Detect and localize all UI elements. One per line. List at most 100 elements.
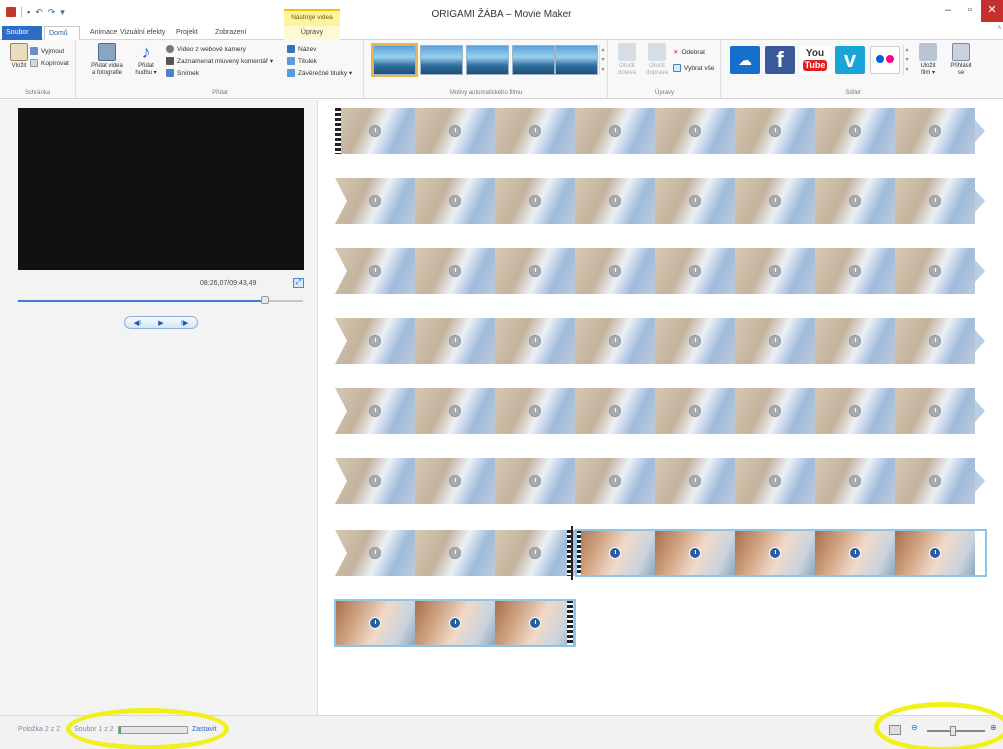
zoom-slider[interactable] bbox=[927, 726, 985, 736]
clip-thumbnail[interactable] bbox=[815, 458, 895, 504]
clip-thumbnail[interactable] bbox=[575, 248, 655, 294]
theme-thumbnail-4[interactable] bbox=[512, 45, 555, 75]
clip-thumbnail[interactable] bbox=[815, 178, 895, 224]
caption-button[interactable]: Titulek bbox=[287, 57, 317, 65]
clip-thumbnail[interactable] bbox=[735, 530, 815, 576]
flickr-icon[interactable] bbox=[870, 46, 900, 74]
clip-thumbnail[interactable] bbox=[575, 530, 655, 576]
tab-project[interactable]: Projekt bbox=[172, 26, 202, 40]
clip-thumbnail[interactable] bbox=[415, 248, 495, 294]
remove-button[interactable]: ✕ Odebrat bbox=[673, 48, 705, 57]
theme-thumbnail-1[interactable] bbox=[371, 43, 418, 77]
clip-thumbnail[interactable] bbox=[415, 388, 495, 434]
rotate-right-button[interactable]: Otočit doprava bbox=[643, 43, 671, 77]
facebook-icon[interactable]: f bbox=[765, 46, 795, 74]
clip-thumbnail[interactable] bbox=[895, 530, 975, 576]
clip-thumbnail[interactable] bbox=[335, 108, 415, 154]
clip-thumbnail[interactable] bbox=[895, 318, 975, 364]
clip-thumbnail[interactable] bbox=[495, 108, 575, 154]
clip-thumbnail[interactable] bbox=[335, 458, 415, 504]
clip-thumbnail[interactable] bbox=[495, 600, 575, 646]
youtube-icon[interactable]: You Tube bbox=[800, 46, 830, 74]
save-movie-button[interactable]: Uložit film ▾ bbox=[914, 43, 942, 77]
zoom-in-button[interactable]: ⊕ bbox=[990, 723, 997, 732]
clip-thumbnail[interactable] bbox=[495, 178, 575, 224]
onedrive-icon[interactable]: ☁ bbox=[730, 46, 760, 74]
clip-thumbnail[interactable] bbox=[575, 108, 655, 154]
clip-thumbnail[interactable] bbox=[655, 248, 735, 294]
fullscreen-icon[interactable]: ⤢ bbox=[293, 278, 304, 288]
clip-thumbnail[interactable] bbox=[495, 248, 575, 294]
rotate-left-button[interactable]: Otočit doleva bbox=[615, 43, 639, 77]
next-frame-button[interactable]: I▶ bbox=[181, 319, 188, 327]
add-music-button[interactable]: ♪ Přidat hudbu ▾ bbox=[131, 43, 161, 77]
maximize-button[interactable]: ▫ bbox=[959, 0, 981, 22]
clip-thumbnail[interactable] bbox=[495, 388, 575, 434]
seek-bar[interactable] bbox=[18, 296, 303, 304]
play-button[interactable]: ▶ bbox=[158, 319, 163, 327]
zoom-out-button[interactable]: ⊖ bbox=[911, 723, 918, 732]
clip-thumbnail[interactable] bbox=[655, 318, 735, 364]
clip-thumbnail[interactable] bbox=[335, 248, 415, 294]
clip-thumbnail[interactable] bbox=[415, 178, 495, 224]
minimize-button[interactable]: – bbox=[937, 0, 959, 22]
clip-thumbnail[interactable] bbox=[735, 388, 815, 434]
help-icon[interactable]: ^ bbox=[998, 26, 1001, 33]
theme-thumbnail-5[interactable] bbox=[555, 45, 598, 75]
clip-thumbnail[interactable] bbox=[735, 248, 815, 294]
clip-thumbnail[interactable] bbox=[415, 600, 495, 646]
clip-thumbnail[interactable] bbox=[335, 600, 415, 646]
copy-button[interactable]: Kopírovat bbox=[30, 59, 69, 67]
clip-thumbnail[interactable] bbox=[335, 388, 415, 434]
clip-thumbnail[interactable] bbox=[335, 318, 415, 364]
theme-thumbnail-3[interactable] bbox=[466, 45, 509, 75]
theme-gallery-scroll[interactable]: ▴ ▾ ▾ bbox=[599, 45, 606, 75]
clip-thumbnail[interactable] bbox=[575, 178, 655, 224]
clip-thumbnail[interactable] bbox=[575, 458, 655, 504]
previous-frame-button[interactable]: ◀I bbox=[134, 319, 141, 327]
share-gallery-scroll[interactable]: ▴ ▾ ▾ bbox=[903, 45, 910, 75]
clip-thumbnail[interactable] bbox=[655, 458, 735, 504]
clip-thumbnail[interactable] bbox=[575, 318, 655, 364]
clip-thumbnail[interactable] bbox=[815, 318, 895, 364]
select-all-button[interactable]: Vybrat vše bbox=[673, 64, 714, 72]
clip-thumbnail[interactable] bbox=[735, 458, 815, 504]
tab-view[interactable]: Zobrazení bbox=[211, 26, 251, 40]
seek-thumb[interactable] bbox=[261, 296, 270, 304]
clip-thumbnail[interactable] bbox=[895, 248, 975, 294]
clip-thumbnail[interactable] bbox=[815, 108, 895, 154]
add-videos-button[interactable]: Přidat videa a fotografie bbox=[87, 43, 127, 77]
clip-thumbnail[interactable] bbox=[895, 388, 975, 434]
snapshot-button[interactable]: Snímek bbox=[166, 69, 199, 77]
video-preview[interactable] bbox=[18, 108, 304, 270]
zoom-thumb[interactable] bbox=[950, 726, 957, 736]
sign-in-button[interactable]: Přihlásit se bbox=[946, 43, 976, 77]
clip-thumbnail[interactable] bbox=[495, 530, 575, 576]
cut-button[interactable]: Vyjmout bbox=[30, 47, 64, 55]
credits-button[interactable]: Závěrečné titulky ▾ bbox=[287, 69, 352, 77]
clip-thumbnail[interactable] bbox=[415, 530, 495, 576]
storyboard-view-icon[interactable] bbox=[889, 725, 901, 735]
clip-thumbnail[interactable] bbox=[815, 530, 895, 576]
webcam-video-button[interactable]: Video z webové kamery bbox=[166, 45, 246, 53]
clip-thumbnail[interactable] bbox=[655, 530, 735, 576]
clip-thumbnail[interactable] bbox=[895, 178, 975, 224]
clip-thumbnail[interactable] bbox=[655, 178, 735, 224]
clip-thumbnail[interactable] bbox=[895, 108, 975, 154]
clip-thumbnail[interactable] bbox=[415, 458, 495, 504]
clip-thumbnail[interactable] bbox=[335, 530, 415, 576]
tab-edit[interactable]: Úpravy bbox=[284, 26, 340, 40]
clip-thumbnail[interactable] bbox=[735, 318, 815, 364]
tab-file[interactable]: Soubor bbox=[2, 26, 42, 40]
paste-button[interactable]: Vložit bbox=[6, 43, 32, 70]
tab-home[interactable]: Domů bbox=[44, 26, 80, 40]
clip-thumbnail[interactable] bbox=[415, 108, 495, 154]
clip-thumbnail[interactable] bbox=[815, 248, 895, 294]
clip-thumbnail[interactable] bbox=[655, 108, 735, 154]
clip-thumbnail[interactable] bbox=[575, 388, 655, 434]
close-button[interactable]: ✕ bbox=[981, 0, 1003, 22]
playhead[interactable] bbox=[571, 526, 573, 580]
clip-thumbnail[interactable] bbox=[495, 318, 575, 364]
theme-thumbnail-2[interactable] bbox=[420, 45, 463, 75]
record-narration-button[interactable]: Zaznamenat mluvený komentář ▾ bbox=[166, 57, 273, 65]
